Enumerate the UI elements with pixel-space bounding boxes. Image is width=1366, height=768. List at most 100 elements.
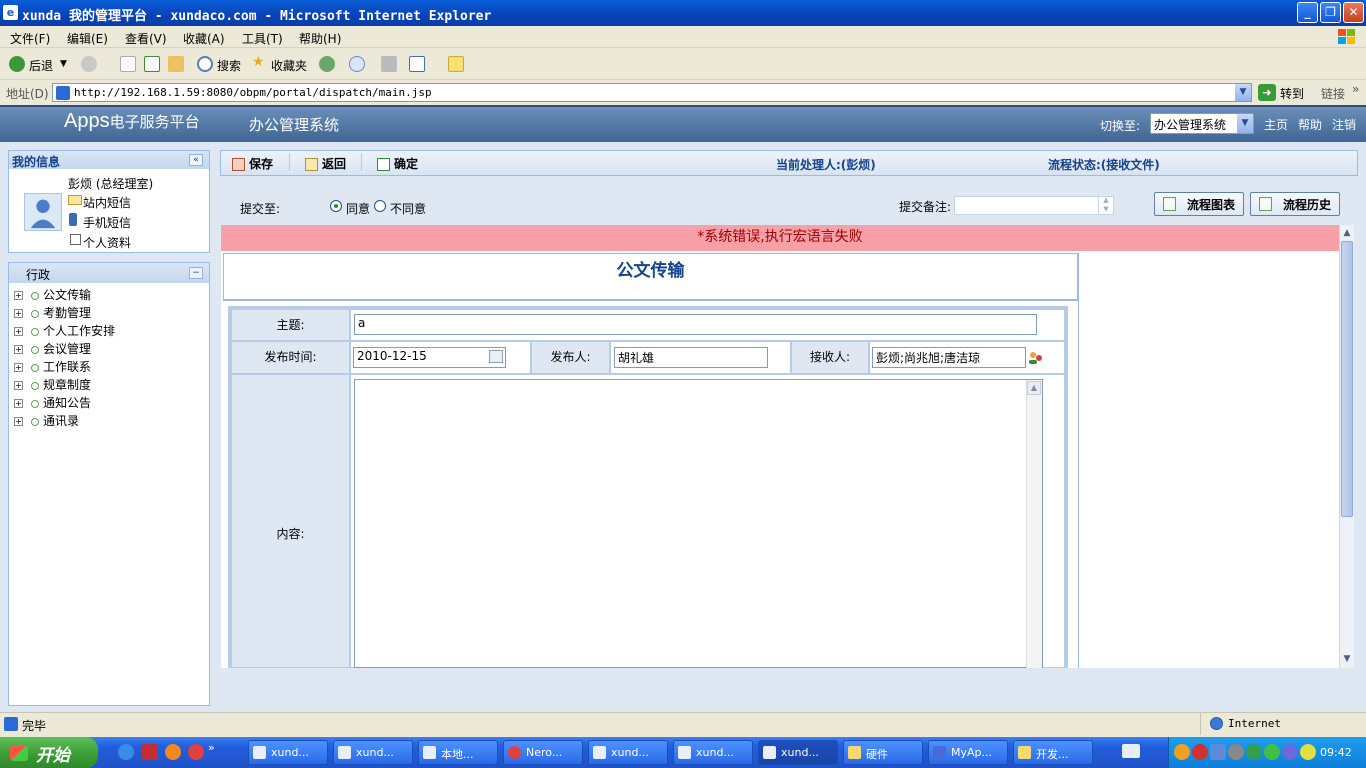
search-icon[interactable] [197, 56, 213, 72]
task-nero[interactable]: Nero... [503, 740, 583, 765]
firefox-quicklaunch-icon[interactable] [165, 744, 181, 760]
collapse-icon[interactable]: − [189, 267, 203, 279]
history-icon[interactable] [319, 56, 335, 72]
disagree-radio[interactable] [374, 200, 386, 212]
scroll-thumb[interactable] [1341, 241, 1353, 517]
task-hardware[interactable]: 硬件 [843, 740, 923, 765]
expand-icon[interactable]: + [14, 309, 23, 318]
system-switch-select[interactable]: 办公管理系统 ▼ [1150, 113, 1254, 134]
keyboard-icon[interactable] [1122, 744, 1140, 758]
minimize-button[interactable]: _ [1297, 2, 1318, 23]
save-button[interactable]: 保存 [232, 155, 273, 172]
expand-icon[interactable]: + [14, 327, 23, 336]
tray-volume-icon[interactable] [1228, 744, 1244, 760]
tray-antivirus-icon[interactable] [1192, 744, 1208, 760]
window-title-bar[interactable]: e xunda 我的管理平台 - xundaco.com - Microsoft… [0, 0, 1366, 26]
favorites-star-icon[interactable]: ★ [252, 54, 265, 70]
select-users-icon[interactable] [1027, 350, 1045, 366]
logout-link[interactable]: 注销 [1332, 116, 1356, 133]
app-quicklaunch-icon[interactable] [188, 744, 204, 760]
task-xunda-active[interactable]: xund... [758, 740, 838, 765]
mail-quicklaunch-icon[interactable] [142, 744, 158, 760]
ie-quicklaunch-icon[interactable] [118, 744, 134, 760]
links-expand-icon[interactable]: » [1352, 82, 1359, 96]
sms-link[interactable]: 手机短信 [83, 214, 131, 231]
date-input[interactable]: 2010-12-15 [353, 347, 506, 368]
mail-icon[interactable] [349, 56, 365, 72]
address-dropdown-icon[interactable]: ▼ [1235, 84, 1251, 101]
nav-item-addressbook[interactable]: + 通讯录 [14, 412, 79, 429]
home-link[interactable]: 主页 [1264, 116, 1288, 133]
flow-history-button[interactable]: 流程历史 [1250, 192, 1340, 216]
content-scrollbar[interactable] [1026, 380, 1042, 668]
task-dev[interactable]: 开发... [1013, 740, 1093, 765]
back-dropdown-icon[interactable]: ▼ [60, 59, 67, 69]
back-button[interactable]: 后退 [29, 57, 53, 74]
confirm-button[interactable]: 确定 [377, 155, 418, 172]
flow-chart-button[interactable]: 流程图表 [1154, 192, 1244, 216]
calendar-icon[interactable] [489, 350, 503, 363]
menu-favorites[interactable]: 收藏(A) [183, 30, 225, 47]
task-xunda-3[interactable]: xund... [588, 740, 668, 765]
scroll-down-icon[interactable]: ▼ [1341, 652, 1353, 666]
address-url[interactable]: http://192.168.1.59:8080/obpm/portal/dis… [74, 86, 432, 99]
nav-item-meeting[interactable]: + 会议管理 [14, 340, 91, 357]
print-icon[interactable] [381, 56, 397, 72]
task-xunda-2[interactable]: xund... [333, 740, 413, 765]
back-button[interactable]: 返回 [305, 155, 346, 172]
submit-note-input[interactable] [954, 196, 1114, 215]
expand-icon[interactable]: + [14, 345, 23, 354]
nav-item-schedule[interactable]: + 个人工作安排 [14, 322, 115, 339]
restore-button[interactable]: ❐ [1320, 2, 1341, 23]
links-label[interactable]: 链接 [1321, 85, 1345, 102]
subject-input[interactable]: a [354, 314, 1037, 335]
go-button[interactable]: 转到 [1280, 85, 1304, 102]
agree-radio[interactable] [330, 200, 342, 212]
tray-shield-icon[interactable] [1246, 744, 1262, 760]
tray-update-icon[interactable] [1300, 744, 1316, 760]
favorites-button[interactable]: 收藏夹 [271, 57, 307, 74]
expand-icon[interactable]: + [14, 381, 23, 390]
nav-item-document[interactable]: + 公文传输 [14, 286, 91, 303]
go-arrow-icon[interactable]: ➜ [1258, 84, 1276, 101]
menu-view[interactable]: 查看(V) [125, 30, 167, 47]
expand-icon[interactable]: + [14, 363, 23, 372]
task-xunda-4[interactable]: xund... [673, 740, 753, 765]
menu-file[interactable]: 文件(F) [10, 30, 50, 47]
tray-qq-icon[interactable] [1174, 744, 1190, 760]
nav-item-attendance[interactable]: + 考勤管理 [14, 304, 91, 321]
task-myapp[interactable]: MyAp... [928, 740, 1008, 765]
start-button[interactable]: 开始 [0, 737, 98, 768]
expand-icon[interactable]: + [14, 417, 23, 426]
forward-arrow-icon[interactable] [81, 56, 97, 72]
content-scroll-up-icon[interactable]: ▲ [1027, 381, 1041, 395]
stop-icon[interactable] [120, 56, 136, 72]
search-button[interactable]: 搜索 [217, 57, 241, 74]
tray-app-icon[interactable] [1282, 744, 1298, 760]
disagree-label[interactable]: 不同意 [390, 200, 426, 217]
expand-icon[interactable]: + [14, 291, 23, 300]
scroll-up-icon[interactable]: ▲ [1341, 226, 1353, 240]
vertical-scrollbar[interactable]: ▲ ▼ [1339, 225, 1354, 668]
nav-item-contact[interactable]: + 工作联系 [14, 358, 91, 375]
tray-security-icon[interactable] [1264, 744, 1280, 760]
publisher-input[interactable]: 胡礼雄 [614, 347, 768, 368]
home-icon[interactable] [168, 56, 184, 72]
task-xunda-1[interactable]: xund... [248, 740, 328, 765]
collapse-left-icon[interactable]: « [189, 154, 203, 166]
edit-icon[interactable] [409, 56, 425, 72]
menu-edit[interactable]: 编辑(E) [67, 30, 108, 47]
back-arrow-icon[interactable] [9, 56, 25, 72]
menu-help[interactable]: 帮助(H) [299, 30, 341, 47]
profile-link[interactable]: 个人资料 [83, 234, 131, 251]
content-textarea[interactable] [354, 379, 1043, 668]
help-link[interactable]: 帮助 [1298, 116, 1322, 133]
note-spinner-icon[interactable]: ▲ ▼ [1098, 196, 1113, 215]
expand-icon[interactable]: + [14, 399, 23, 408]
quicklaunch-more-icon[interactable]: » [208, 741, 215, 754]
receiver-input[interactable]: 彭烦;尚兆旭;唐洁琼 [872, 347, 1026, 368]
internal-message-link[interactable]: 站内短信 [83, 194, 131, 211]
nav-item-notice[interactable]: + 通知公告 [14, 394, 91, 411]
close-button[interactable]: ✕ [1343, 2, 1364, 23]
task-local[interactable]: 本地... [418, 740, 498, 765]
